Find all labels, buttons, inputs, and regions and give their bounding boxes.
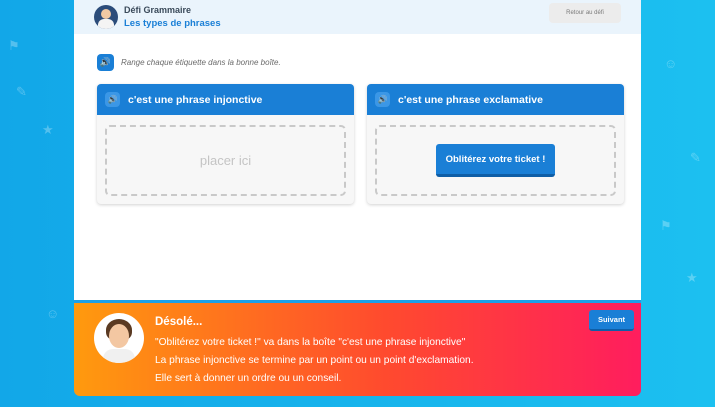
feedback-line: "Oblitérez votre ticket !" va dans la bo… <box>155 337 466 348</box>
feedback-line: Elle sert à donner un ordre ou un consei… <box>155 373 342 384</box>
exercise-title: Les types de phrases <box>124 18 221 29</box>
box-title: c'est une phrase injonctive <box>128 93 263 106</box>
drop-box-exclamative: 🔊 c'est une phrase exclamative Oblitérez… <box>367 84 624 204</box>
feedback-banner: Désolé... "Oblitérez votre ticket !" va … <box>74 300 641 396</box>
drop-zone[interactable]: Oblitérez votre ticket ! <box>375 125 616 196</box>
next-button[interactable]: Suivant <box>589 310 634 331</box>
instruction-row: 🔊 Range chaque étiquette dans la bonne b… <box>97 54 281 71</box>
feedback-line: La phrase injonctive se termine par un p… <box>155 355 474 366</box>
drop-placeholder: placer ici <box>199 153 252 168</box>
box-header: 🔊 c'est une phrase exclamative <box>367 84 624 115</box>
flag-icon: ⚑ <box>8 38 20 53</box>
feedback-text: "Oblitérez votre ticket !" va dans la bo… <box>155 334 474 388</box>
exercise-panel: Défi Grammaire Les types de phrases Reto… <box>74 0 641 300</box>
flag-icon: ⚑ <box>660 218 672 233</box>
avatar <box>94 5 118 29</box>
box-header: 🔊 c'est une phrase injonctive <box>97 84 354 115</box>
smiley-icon: ☺ <box>664 56 678 71</box>
sentence-tag[interactable]: Oblitérez votre ticket ! <box>435 144 556 177</box>
box-title: c'est une phrase exclamative <box>398 93 543 106</box>
drop-zone[interactable]: placer ici <box>105 125 346 196</box>
exercise-header: Défi Grammaire Les types de phrases Reto… <box>74 0 641 34</box>
instruction-text: Range chaque étiquette dans la bonne boî… <box>121 58 281 67</box>
pencil-icon: ✎ <box>16 84 27 99</box>
teacher-avatar <box>94 313 144 363</box>
pencil-icon: ✎ <box>690 150 701 165</box>
star-icon: ★ <box>42 122 54 137</box>
feedback-title: Désolé... <box>155 316 203 328</box>
speaker-icon[interactable]: 🔊 <box>105 92 120 107</box>
speaker-icon[interactable]: 🔊 <box>97 54 114 71</box>
speaker-icon[interactable]: 🔊 <box>375 92 390 107</box>
back-to-challenge-button[interactable]: Retour au défi <box>549 3 621 23</box>
app-title: Défi Grammaire <box>124 5 192 15</box>
drop-box-injonctive: 🔊 c'est une phrase injonctive placer ici <box>97 84 354 204</box>
smiley-icon: ☺ <box>46 306 60 321</box>
star-icon: ★ <box>686 270 698 285</box>
